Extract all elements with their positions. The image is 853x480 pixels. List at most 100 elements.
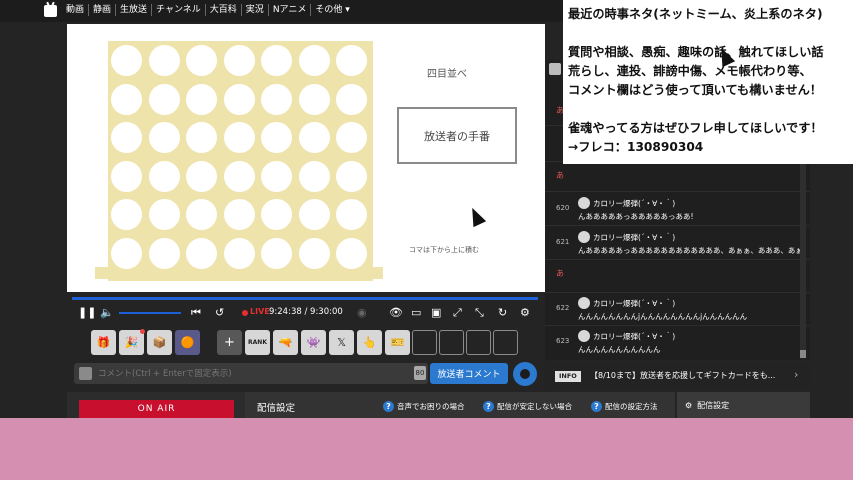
back-10s-icon[interactable]: ↺ — [215, 307, 224, 319]
seek-bar[interactable] — [72, 297, 538, 300]
shrink-icon[interactable]: ⤡ — [475, 307, 484, 319]
board-cell — [223, 45, 255, 76]
cannon-icon: 🔫 — [278, 336, 293, 349]
reload-icon[interactable]: ↻ — [498, 307, 507, 319]
board-cell — [111, 237, 142, 269]
empty-slot-2[interactable] — [439, 330, 464, 355]
comment-user[interactable]: カロリー爆弾(´・∀・｀) — [593, 298, 675, 309]
board-cell — [148, 160, 180, 192]
empty-slot-1[interactable] — [412, 330, 437, 355]
on-air-button[interactable]: ON AIR — [79, 400, 234, 418]
board-cell — [336, 160, 367, 192]
comment-row[interactable]: 621 カロリー爆弾(´・∀・｀) んあああああっああああああああああああ、あぁ… — [545, 226, 810, 260]
comment-command-icon[interactable] — [79, 367, 92, 380]
party-button[interactable]: 🎉 — [119, 329, 145, 355]
comment-user[interactable]: カロリー爆弾(´・∀・｀) — [593, 232, 675, 243]
board-cell — [336, 83, 367, 115]
gift-button[interactable]: 🎁 — [91, 330, 116, 355]
volume-icon[interactable]: 🔈 — [100, 307, 114, 319]
board-cell — [223, 199, 255, 230]
volume-slider[interactable] — [119, 312, 181, 314]
comment-anchor[interactable]: あ — [556, 170, 564, 181]
note-line: 最近の時事ネタ(ネットミーム、炎上系のネタ) — [568, 7, 823, 21]
comment-row[interactable]: 620 カロリー爆弾(´・∀・｀) んあああああっあああああっああ! — [545, 192, 810, 226]
help-unstable-link[interactable]: ? 配信が安定しない場合 — [483, 401, 572, 412]
add-button[interactable]: + — [217, 330, 242, 355]
empty-slot-4[interactable] — [493, 330, 518, 355]
comment-number: 621 — [556, 238, 570, 246]
note-line: →フレコ：130890304 — [568, 140, 704, 154]
palette-button[interactable]: 🟠 — [175, 330, 200, 355]
pointer-button[interactable]: 👆 — [357, 330, 382, 355]
board-cell — [261, 45, 292, 76]
info-bar[interactable]: INFO 【8/10まで】放送者を応援してギフトカードをも... › — [545, 362, 810, 390]
comment-toggle-icon[interactable]: ▭ — [411, 307, 421, 319]
niconico-logo-icon[interactable] — [44, 5, 57, 17]
rank-button[interactable]: RANK — [245, 330, 270, 355]
turn-label: 放送者の手番 — [424, 129, 490, 143]
video-player[interactable]: 四目並べ 放送者の手番 コマは下から上に積む — [67, 24, 545, 292]
board-cell — [336, 199, 367, 230]
character-button[interactable]: 👾 — [301, 330, 326, 355]
stream-settings-bar: 配信設定 ? 音声でお困りの場合 ? 配信が安定しない場合 ? 配信の設定方法 — [245, 392, 675, 418]
nav-link-douga[interactable]: 動画 — [66, 4, 90, 16]
box-button[interactable]: 📦 — [147, 330, 172, 355]
avatar — [578, 197, 590, 209]
empty-slot-3[interactable] — [466, 330, 491, 355]
comment-row[interactable]: 622 カロリー爆弾(´・∀・｀) んんんんんんんんjんんんんんんんんjんんんん… — [545, 293, 810, 326]
board-cell — [148, 237, 180, 269]
board-cell — [336, 237, 367, 269]
nav-links: 動画 静画 生放送 チャンネル 大百科 実況 Nアニメ その他 ▾ — [66, 4, 354, 16]
comment-user[interactable]: カロリー爆弾(´・∀・｀) — [593, 198, 675, 209]
cannon-button[interactable]: 🔫 — [273, 330, 298, 355]
chevron-right-icon[interactable]: › — [794, 368, 798, 381]
settings-button[interactable]: ⚙ 配信設定 — [677, 392, 810, 418]
board-cell — [223, 83, 255, 115]
nav-link-more[interactable]: その他 ▾ — [311, 4, 353, 16]
live-label[interactable]: LIVE — [250, 307, 270, 316]
forward-icon[interactable]: ◉ — [357, 307, 367, 319]
board-cell — [261, 83, 292, 115]
nav-link-seiga[interactable]: 静画 — [89, 4, 117, 16]
gear-icon[interactable]: ⚙ — [520, 307, 530, 319]
hand-icon: 👆 — [362, 336, 377, 349]
settings-button-label: 配信設定 — [697, 400, 730, 410]
overlay-note: 最近の時事ネタ(ネットミーム、炎上系のネタ) 質問や相談、愚痴、趣味の話、触れて… — [563, 0, 853, 164]
x-share-button[interactable]: 𝕏 — [329, 330, 354, 355]
board-cell — [298, 237, 330, 269]
help-setup-link[interactable]: ? 配信の設定方法 — [591, 401, 658, 412]
nav-link-anime[interactable]: Nアニメ — [269, 4, 312, 16]
list-item: あ — [545, 162, 810, 192]
ticket-button[interactable]: 🎫 — [385, 330, 410, 355]
comment-anchor[interactable]: あ — [556, 268, 564, 279]
comment-user[interactable]: カロリー爆弾(´・∀・｀) — [593, 331, 675, 342]
nav-link-jikkyo[interactable]: 実況 — [242, 4, 269, 16]
rewind-icon[interactable]: ⏮ — [191, 307, 201, 319]
pause-icon[interactable]: ❚❚ — [78, 307, 96, 319]
expand-icon[interactable]: ⤢ — [453, 307, 462, 319]
comment-input-area: 80 — [74, 363, 428, 384]
comment-text: んんんんんんんんjんんんんんんんんjんんんんんん — [578, 312, 748, 321]
board-cell — [186, 237, 217, 269]
broadcaster-comment-button[interactable]: 放送者コメント — [430, 363, 508, 384]
eye-icon[interactable]: 👁 — [389, 307, 403, 319]
board-cell — [111, 199, 142, 230]
theater-icon[interactable]: ▣ — [431, 307, 441, 319]
rank-label: RANK — [248, 339, 267, 346]
emoji-button[interactable] — [513, 362, 537, 386]
scrollbar-thumb[interactable] — [800, 350, 806, 358]
nav-link-channel[interactable]: チャンネル — [152, 4, 206, 16]
help-audio-link[interactable]: ? 音声でお困りの場合 — [383, 401, 465, 412]
board-cell — [186, 45, 217, 76]
comment-list-icon[interactable] — [549, 63, 561, 75]
comment-input[interactable] — [98, 365, 398, 382]
comment-row[interactable]: 623 カロリー爆弾(´・∀・｀) んんんんんんんんんんん — [545, 326, 810, 359]
ticket-icon: 🎫 — [390, 336, 405, 349]
help-audio-label: 音声でお困りの場合 — [397, 402, 465, 411]
info-text: 【8/10まで】放送者を応援してギフトカードをも... — [590, 371, 776, 380]
avatar — [578, 297, 590, 309]
nav-link-live[interactable]: 生放送 — [116, 4, 153, 16]
board-cell — [223, 237, 255, 269]
background-band — [0, 418, 853, 480]
nav-link-dic[interactable]: 大百科 — [206, 4, 242, 16]
